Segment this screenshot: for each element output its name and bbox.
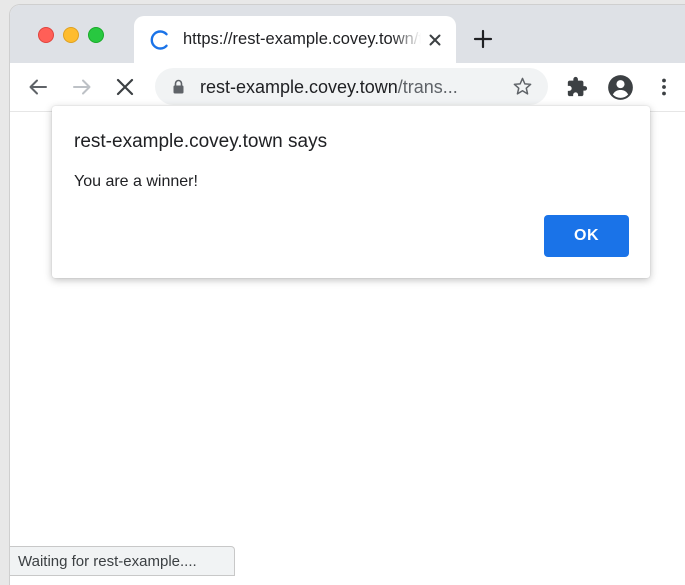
puzzle-icon[interactable] bbox=[566, 76, 588, 98]
tab-strip: https://rest-example.covey.town/transfer bbox=[10, 5, 685, 63]
plus-icon[interactable] bbox=[472, 28, 494, 50]
tab-title: https://rest-example.covey.town/transfer bbox=[183, 30, 421, 48]
arrow-left-icon[interactable] bbox=[27, 76, 49, 98]
more-vertical-icon[interactable] bbox=[653, 76, 675, 98]
status-bubble: Waiting for rest-example.... bbox=[10, 546, 235, 576]
lock-icon[interactable] bbox=[172, 79, 185, 94]
star-outline-icon[interactable] bbox=[512, 76, 533, 97]
tab-active[interactable]: https://rest-example.covey.town/transfer bbox=[134, 16, 456, 63]
status-text: Waiting for rest-example.... bbox=[18, 553, 197, 570]
close-window-button[interactable] bbox=[38, 27, 54, 43]
browser-window: https://rest-example.covey.town/transfer… bbox=[10, 5, 685, 585]
url-host: rest-example.covey.town bbox=[200, 77, 398, 97]
arrow-right-icon[interactable] bbox=[71, 76, 93, 98]
alert-dialog: rest-example.covey.town says You are a w… bbox=[52, 106, 650, 278]
account-circle-icon[interactable] bbox=[607, 74, 634, 101]
toolbar: rest-example.covey.town/trans... bbox=[10, 63, 685, 112]
zoom-window-button[interactable] bbox=[88, 27, 104, 43]
dialog-message: You are a winner! bbox=[74, 173, 198, 190]
dialog-title: rest-example.covey.town says bbox=[74, 131, 328, 152]
ok-button[interactable]: OK bbox=[544, 215, 629, 257]
loading-spinner-icon bbox=[150, 30, 168, 50]
tab-close-icon[interactable] bbox=[426, 31, 444, 49]
url-path: /trans... bbox=[397, 77, 458, 97]
address-bar[interactable]: rest-example.covey.town/trans... bbox=[155, 68, 548, 105]
stop-loading-icon[interactable] bbox=[114, 76, 136, 98]
minimize-window-button[interactable] bbox=[63, 27, 79, 43]
url-text[interactable]: rest-example.covey.town/trans... bbox=[200, 77, 458, 98]
